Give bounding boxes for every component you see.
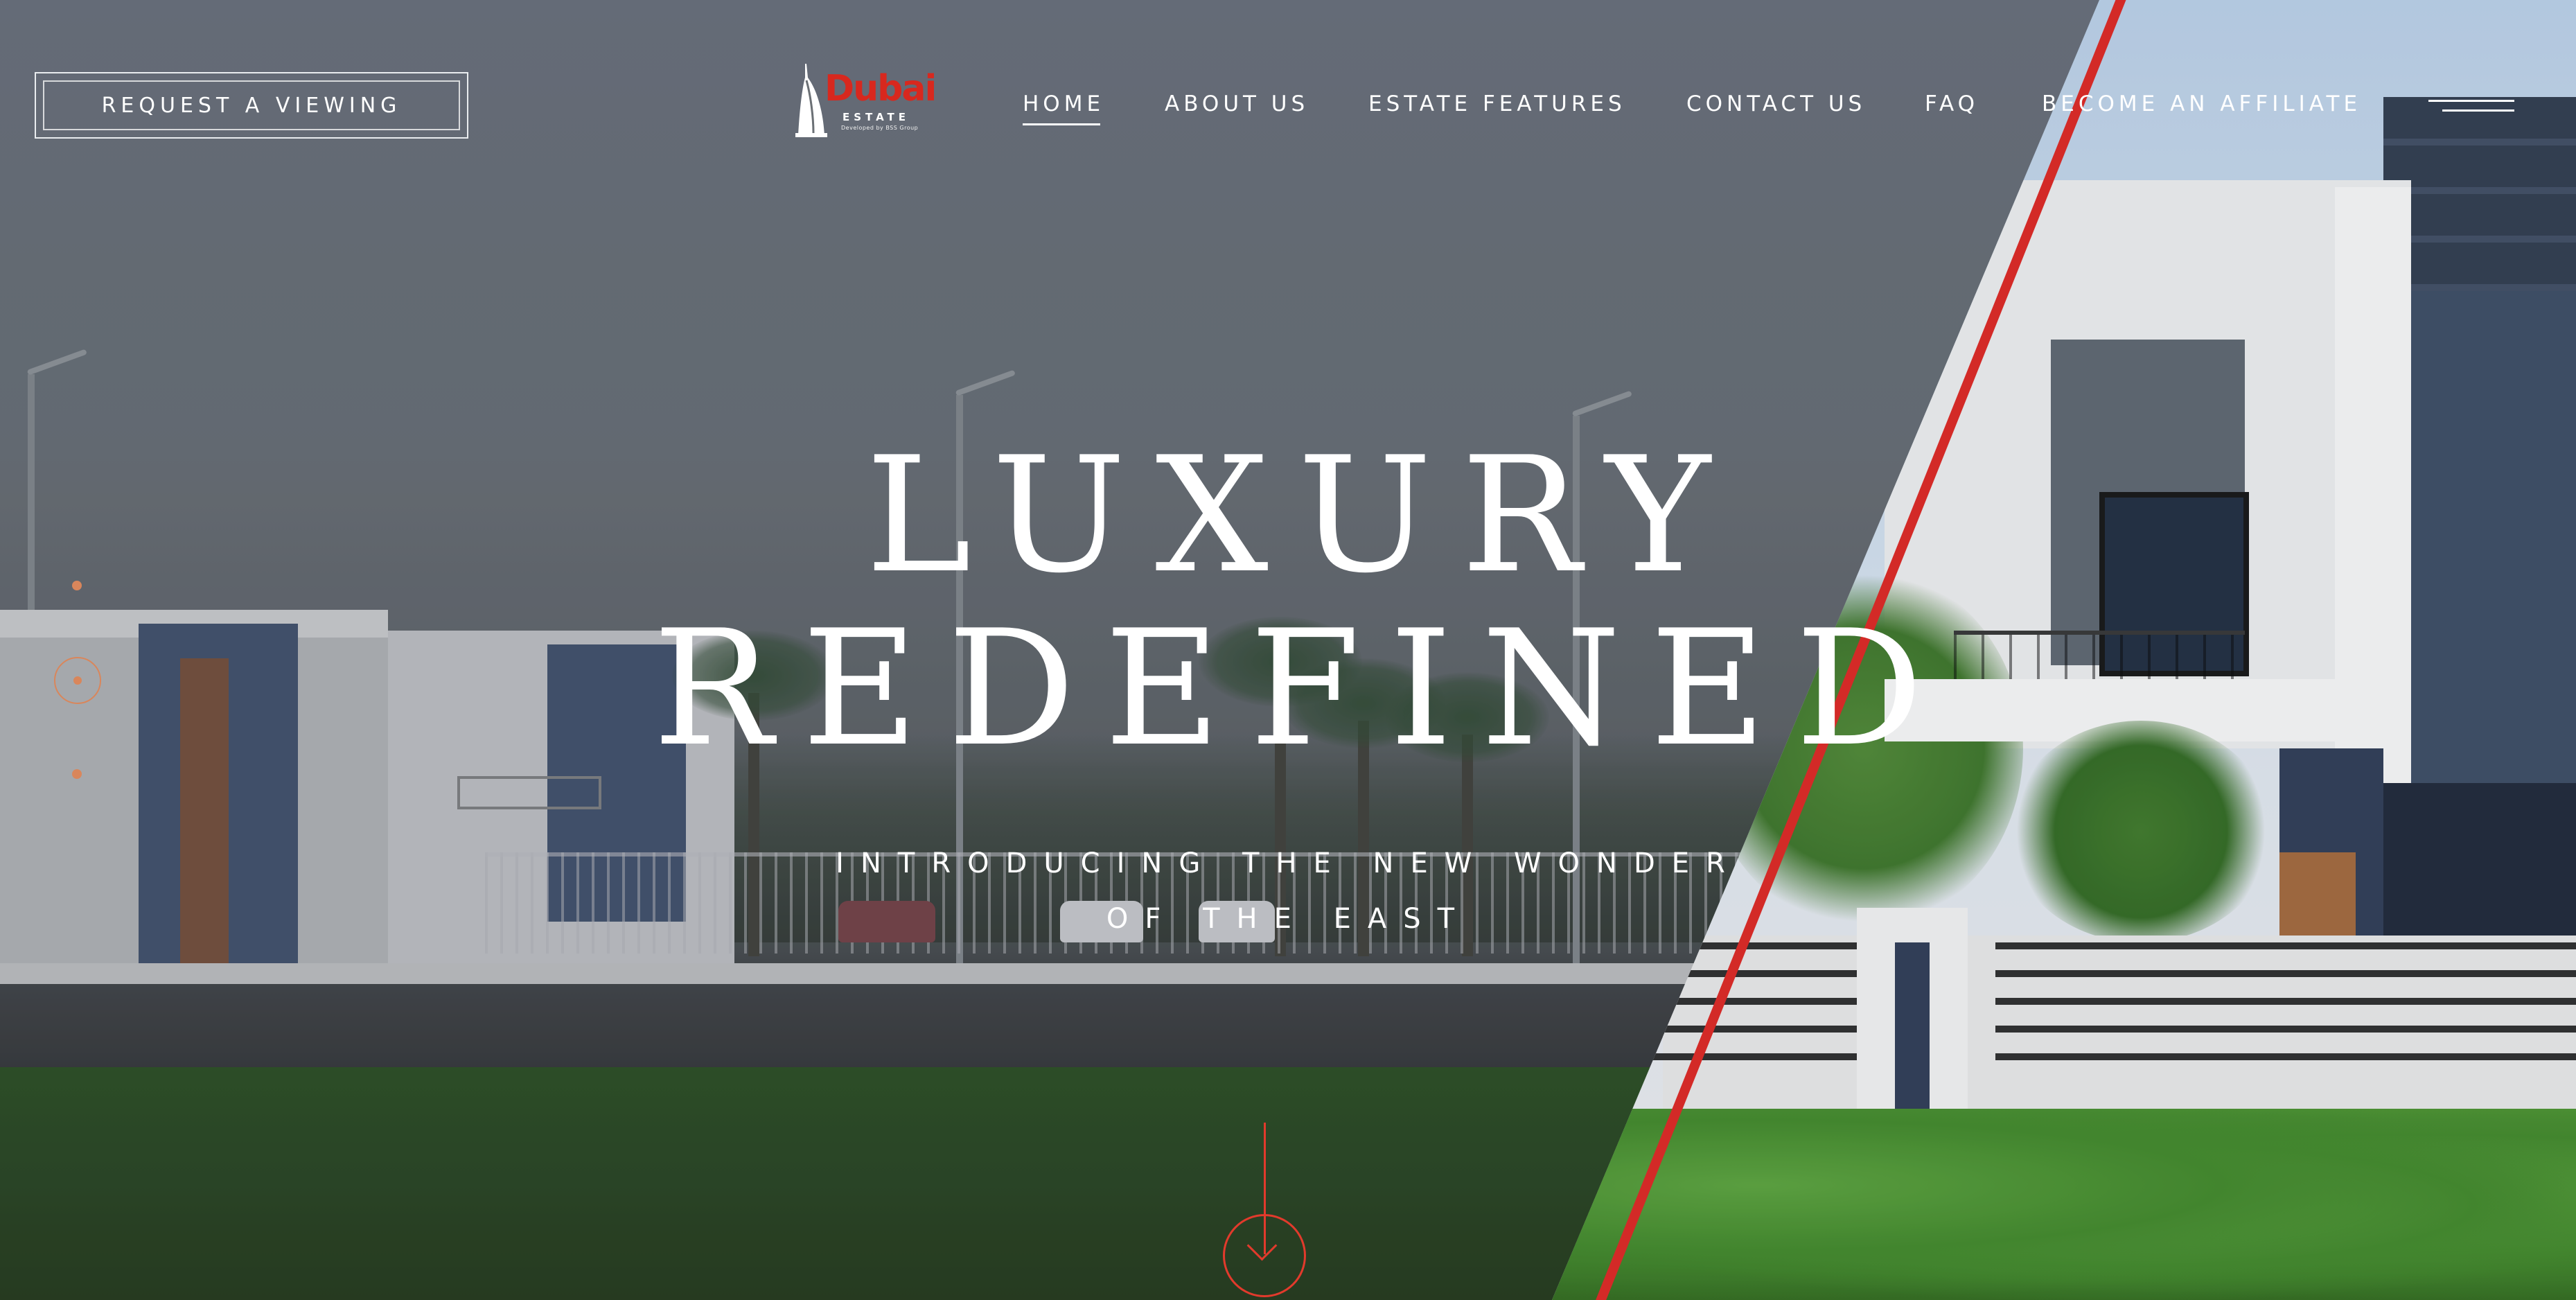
nav-estate-features[interactable]: ESTATE FEATURES — [1368, 91, 1626, 116]
hero-subheadline-line1: INTRODUCING THE NEW WONDER — [836, 847, 1742, 879]
hamburger-icon[interactable] — [2428, 100, 2514, 119]
decor-dot — [72, 769, 82, 779]
hero-headline-line2: REDEFINED — [653, 597, 1952, 782]
nav-contact-us[interactable]: CONTACT US — [1686, 91, 1866, 116]
hero-subheadline-line2: OF THE EAST — [1106, 903, 1472, 935]
request-viewing-button[interactable]: REQUEST A VIEWING — [35, 72, 468, 139]
burj-tower-icon — [795, 64, 827, 137]
logo-tagline: Developed by BSS Group — [841, 125, 919, 131]
nav-faq[interactable]: FAQ — [1925, 91, 1979, 116]
nav-about-us[interactable]: ABOUT US — [1165, 91, 1309, 116]
hero-headline-line1: LUXURY — [865, 423, 1740, 608]
request-viewing-label: REQUEST A VIEWING — [101, 93, 402, 118]
logo-subtitle: ESTATE — [843, 111, 910, 123]
logo[interactable]: Dubai ESTATE Developed by BSS Group — [783, 58, 937, 141]
nav-home[interactable]: HOME — [1023, 91, 1104, 125]
logo-word: Dubai — [824, 68, 937, 109]
nav-become-an-affiliate[interactable]: BECOME AN AFFILIATE — [2042, 91, 2361, 116]
